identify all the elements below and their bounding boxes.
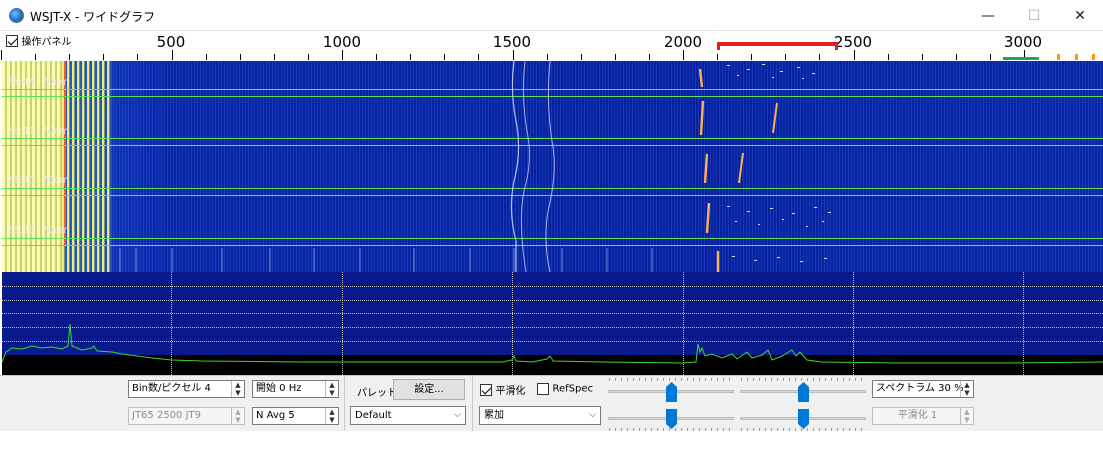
n-avg-spinbox[interactable]: N Avg 5 ▲ ▼ <box>252 407 339 425</box>
scale-tick <box>444 54 446 60</box>
scale-tick <box>69 54 71 60</box>
control-panel-label: 操作パネル <box>21 37 72 48</box>
scale-tick <box>171 50 173 60</box>
scale-tick <box>648 54 650 60</box>
tx-frequency-marker[interactable] <box>717 42 838 46</box>
slider-ticks <box>741 378 865 381</box>
signal-traces <box>119 61 831 272</box>
scale-tick <box>751 54 753 60</box>
palette-settings-button[interactable]: 設定... <box>393 379 465 400</box>
freq-label-1500: 1500 <box>492 33 532 51</box>
tx-marker-right-edge <box>835 42 838 50</box>
title-bar: WSJT-X - ワイドグラフ — ☐ ✕ <box>0 0 1103 31</box>
panel-separator <box>472 375 473 431</box>
decode-marker-2 <box>1075 54 1078 60</box>
chevron-down-icon: ⌵ <box>589 410 596 420</box>
slider-ticks <box>609 428 733 431</box>
freq-label-500: 500 <box>156 33 186 51</box>
palette-select[interactable]: Default ⌵ <box>350 406 466 425</box>
close-button[interactable]: ✕ <box>1057 0 1103 31</box>
maximize-button[interactable]: ☐ <box>1011 0 1057 31</box>
freq-label-2000: 2000 <box>663 33 703 51</box>
tx-marker-left-edge <box>717 42 720 50</box>
smoothing-checkbox[interactable] <box>480 383 492 396</box>
palette-label: パレット <box>357 388 397 399</box>
spectrum-trace <box>2 323 1103 364</box>
smoothing-label: 平滑化 <box>495 386 526 397</box>
spectrum-display[interactable] <box>2 272 1103 375</box>
scale-tick <box>35 54 37 60</box>
app-logo-icon <box>9 8 24 23</box>
scale-tick <box>614 54 616 60</box>
scale-tick <box>955 54 957 60</box>
smoothing-level-spinbox: 平滑化 1 ▲ ▼ <box>872 407 974 425</box>
scale-tick <box>239 54 241 60</box>
scale-tick <box>717 54 719 60</box>
scale-tick <box>1 50 2 60</box>
scale-tick <box>546 54 548 60</box>
freq-label-2500: 2500 <box>833 33 873 51</box>
smoothing-toggle[interactable]: 平滑化 <box>480 382 526 397</box>
freq-label-3000: 3000 <box>1003 33 1043 51</box>
smoothing-level-value: 平滑化 1 <box>897 410 938 421</box>
scale-tick <box>887 54 889 60</box>
scale-tick <box>580 54 582 60</box>
spectrum-percent-spinbox[interactable]: スペクトラム 30 % ▲ ▼ <box>872 380 974 398</box>
n-avg-value: N Avg 5 <box>256 410 295 421</box>
scale-tick <box>853 50 855 60</box>
refspec-label: RefSpec <box>552 383 594 395</box>
slider-ticks <box>741 428 865 431</box>
start-freq-value: 開始 0 Hz <box>256 383 302 394</box>
decode-marker-3 <box>1092 54 1095 60</box>
refspec-toggle[interactable]: RefSpec <box>537 382 593 395</box>
scale-tick <box>103 54 105 60</box>
palette-value: Default <box>355 410 392 421</box>
scale-tick <box>205 54 207 60</box>
scale-tick <box>512 50 514 60</box>
control-panel-checkbox[interactable] <box>6 34 18 47</box>
scale-tick <box>478 54 480 60</box>
refspec-checkbox[interactable] <box>537 383 549 395</box>
display-mode-select[interactable]: 累加 ⌵ <box>479 406 601 425</box>
decode-marker-1 <box>1057 54 1060 60</box>
bins-per-pixel-value: Bin数/ピクセル 4 <box>132 383 211 394</box>
chevron-down-icon: ⌵ <box>454 410 461 420</box>
spin-arrows-icon[interactable]: ▲ ▼ <box>325 408 338 424</box>
spin-arrows-icon: ▲ ▼ <box>231 408 244 424</box>
jt-mode-spinbox: JT65 2500 JT9 ▲ ▼ <box>128 407 245 425</box>
scale-tick <box>819 54 821 60</box>
minimize-button[interactable]: — <box>965 0 1011 31</box>
control-panel-toggle[interactable]: 操作パネル <box>6 33 72 48</box>
scale-tick <box>342 50 343 60</box>
spectrum-percent-value: スペクトラム 30 % <box>876 383 964 394</box>
panel-separator <box>344 375 345 431</box>
spin-arrows-icon[interactable]: ▲ ▼ <box>325 381 338 397</box>
spin-arrows-icon: ▲ ▼ <box>960 408 973 424</box>
scale-tick <box>137 54 139 60</box>
display-mode-value: 累加 <box>484 410 504 421</box>
start-freq-spinbox[interactable]: 開始 0 Hz ▲ ▼ <box>252 380 339 398</box>
freq-label-1000: 1000 <box>322 33 362 51</box>
bins-per-pixel-spinbox[interactable]: Bin数/ピクセル 4 ▲ ▼ <box>128 380 245 398</box>
scale-tick <box>376 54 378 60</box>
spin-arrows-icon[interactable]: ▲ ▼ <box>231 381 244 397</box>
scale-tick <box>307 54 309 60</box>
slider-ticks <box>609 378 733 381</box>
scale-tick <box>989 54 991 60</box>
scale-tick <box>785 54 787 60</box>
jt-mode-value: JT65 2500 JT9 <box>132 410 202 421</box>
scale-tick <box>410 54 412 60</box>
waterfall-display[interactable]: 23:44 70cm 23:41 70cm 23:40 70cm 23:38 7… <box>2 61 1103 272</box>
window-title: WSJT-X - ワイドグラフ <box>30 10 156 24</box>
scale-tick <box>921 54 923 60</box>
rx-frequency-marker[interactable] <box>1003 57 1039 60</box>
scale-tick <box>273 54 275 60</box>
spin-arrows-icon[interactable]: ▲ ▼ <box>960 381 973 397</box>
scale-tick <box>683 50 684 60</box>
